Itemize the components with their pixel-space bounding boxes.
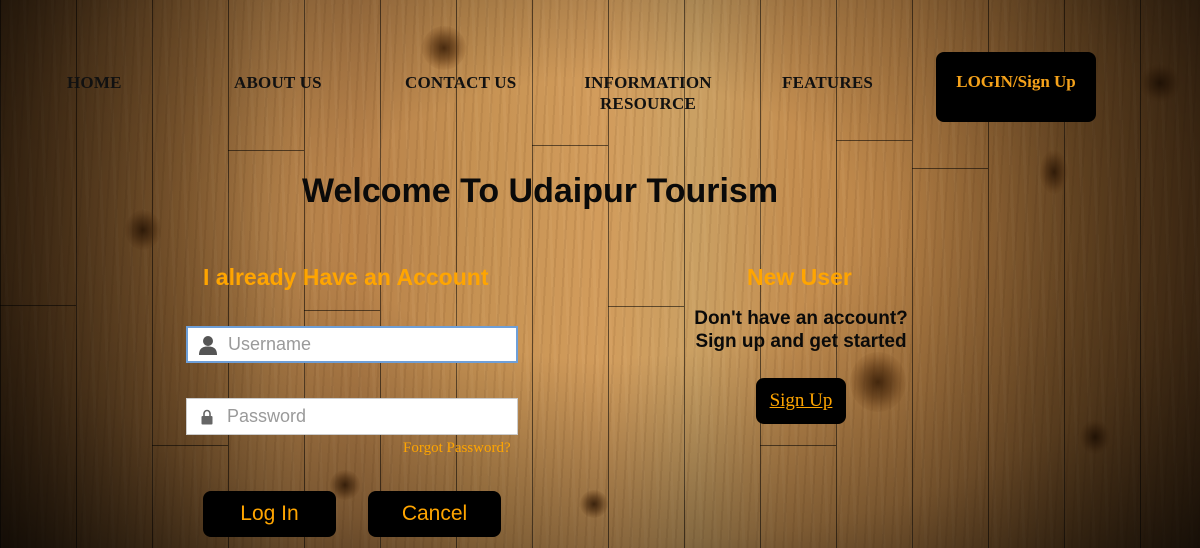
page-title: Welcome To Udaipur Tourism [302, 172, 779, 210]
new-user-line1: Don't have an account? [694, 308, 908, 329]
nav-info-line1: INFORMATION [584, 73, 712, 92]
nav-home-link[interactable]: HOME [67, 72, 127, 93]
nav-features-link[interactable]: FEATURES [782, 72, 882, 93]
login-button[interactable]: Log In [203, 491, 336, 537]
nav-information-resource-link[interactable]: INFORMATION RESOURCE [578, 72, 718, 114]
signup-button[interactable]: Sign Up [756, 378, 846, 424]
new-user-heading: New User [747, 264, 852, 290]
password-input[interactable] [227, 406, 507, 427]
cancel-button[interactable]: Cancel [368, 491, 501, 537]
forgot-password-link[interactable]: Forgot Password? [403, 440, 511, 457]
user-icon [188, 328, 228, 361]
nav-about-link[interactable]: ABOUT US [234, 72, 330, 93]
nav-info-line2: RESOURCE [599, 94, 697, 113]
new-user-line2: Sign up and get started [695, 331, 907, 352]
password-field[interactable] [186, 398, 518, 435]
new-user-prompt: Don't have an account? Sign up and get s… [660, 307, 942, 353]
main-nav: HOME ABOUT US CONTACT US INFORMATION RES… [0, 0, 1200, 140]
nav-login-signup-button[interactable]: LOGIN/Sign Up [936, 52, 1096, 122]
username-input[interactable] [228, 334, 508, 355]
nav-contact-link[interactable]: CONTACT US [405, 72, 525, 93]
login-heading: I already Have an Account [203, 264, 489, 290]
username-field[interactable] [186, 326, 518, 363]
lock-icon [187, 399, 227, 434]
